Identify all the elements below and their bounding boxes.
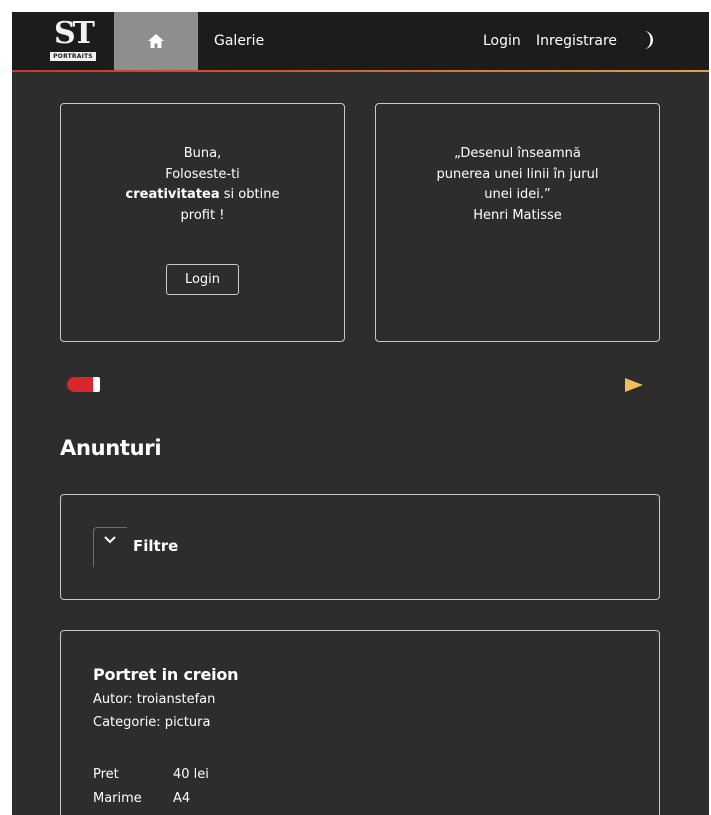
quote-author: Henri Matisse	[473, 207, 562, 223]
quote-line-1: „Desenul înseamnă	[454, 146, 581, 161]
carousel-indicator-active	[67, 377, 93, 392]
filters-toggle-button[interactable]	[93, 527, 127, 567]
logo-subtitle: PORTRAITS	[50, 52, 96, 61]
greeting-line-2: Foloseste-ti	[165, 166, 240, 182]
nav-register-link[interactable]: Inregistrare	[536, 12, 617, 70]
logo-letters: ST	[54, 16, 95, 51]
carousel-indicator[interactable]	[67, 377, 103, 392]
home-icon	[148, 34, 164, 48]
quote-line-2: punerea unei linii în jurul	[436, 166, 599, 182]
greeting-text: Buna, Foloseste-ti creativitatea si obti…	[61, 144, 344, 226]
greeting-line-4: profit !	[180, 207, 225, 223]
listing-category: Categorie: pictura	[93, 715, 211, 730]
card-login-button[interactable]: Login	[166, 264, 239, 295]
price-label: Pret	[93, 767, 119, 782]
navbar: ST PORTRAITS Galerie Login Inregistrare	[12, 12, 709, 72]
carousel-next-button[interactable]	[623, 376, 645, 394]
nav-login-link[interactable]: Login	[483, 12, 521, 70]
quote-line-3: unei idei.”	[484, 187, 551, 202]
greeting-highlight: creativitatea	[125, 187, 220, 202]
theme-toggle-button[interactable]	[638, 29, 660, 51]
chevron-down-icon	[104, 536, 116, 544]
size-label: Marime	[93, 791, 142, 806]
quote-text: „Desenul înseamnă punerea unei linii în …	[376, 144, 659, 226]
filters-panel: Filtre	[60, 494, 660, 600]
page: ST PORTRAITS Galerie Login Inregistrare …	[12, 12, 709, 815]
size-value: A4	[173, 791, 191, 806]
site-logo[interactable]: ST PORTRAITS	[50, 18, 96, 62]
section-title-anunturi: Anunturi	[60, 436, 162, 460]
moon-icon	[644, 31, 653, 49]
greeting-card: Buna, Foloseste-ti creativitatea si obti…	[60, 103, 345, 342]
greeting-line-3: creativitatea si obtine	[61, 185, 344, 206]
play-arrow-icon	[625, 378, 643, 392]
filters-label[interactable]: Filtre	[133, 537, 178, 555]
listing-author: Autor: troianstefan	[93, 692, 216, 707]
listing-title[interactable]: Portret in creion	[93, 665, 239, 684]
greeting-line-3-rest: si obtine	[219, 187, 280, 202]
price-value: 40 lei	[173, 767, 209, 782]
listing-card[interactable]: Portret in creion Autor: troianstefan Ca…	[60, 630, 660, 815]
greeting-line-1: Buna,	[183, 146, 222, 161]
carousel-indicator-dot	[93, 377, 100, 392]
home-button[interactable]	[114, 12, 198, 70]
nav-galerie-link[interactable]: Galerie	[214, 12, 264, 70]
quote-card: „Desenul înseamnă punerea unei linii în …	[375, 103, 660, 342]
